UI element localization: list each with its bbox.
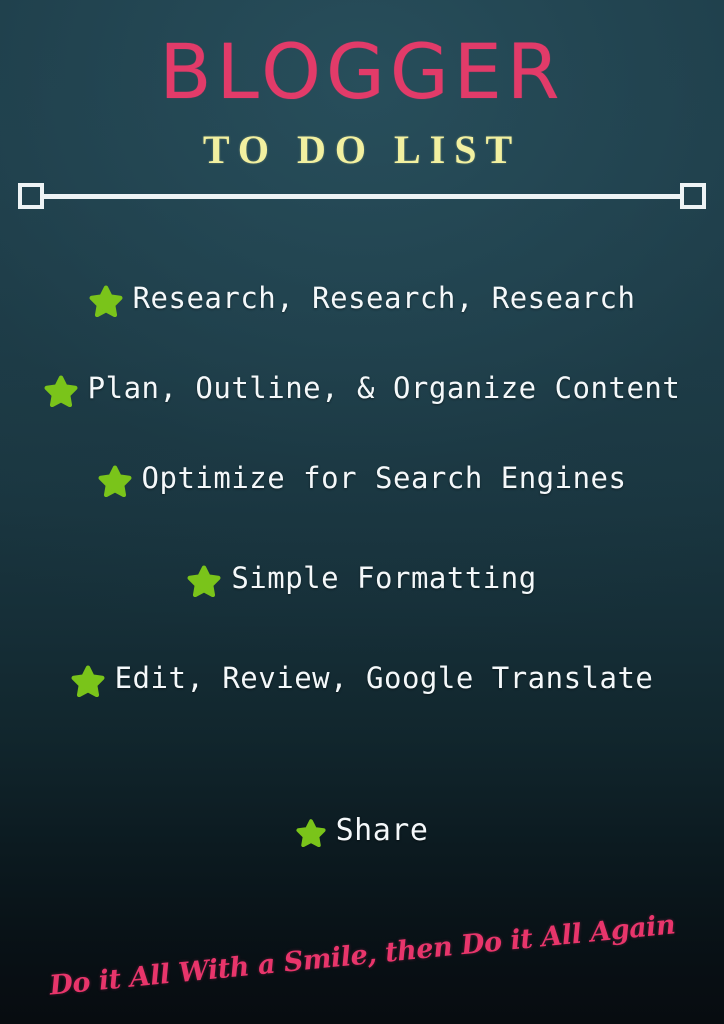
square-outline-icon-right <box>680 183 706 209</box>
list-item-label: Simple Formatting <box>231 561 537 596</box>
list-item[interactable]: Edit, Review, Google Translate <box>0 661 724 697</box>
list-item[interactable]: Research, Research, Research <box>0 281 724 317</box>
page-subtitle: TO DO LIST <box>202 127 522 172</box>
divider <box>18 182 706 210</box>
square-outline-icon-left <box>18 183 44 209</box>
page-title: BLOGGER <box>159 27 565 116</box>
list-item[interactable]: Optimize for Search Engines <box>0 461 724 497</box>
star-icon <box>44 373 78 407</box>
list-item-label: Plan, Outline, & Organize Content <box>87 371 681 406</box>
star-icon <box>71 663 105 697</box>
list-item[interactable]: Simple Formatting <box>0 561 724 597</box>
footer-tagline: Do it All With a Smile, then Do it All A… <box>47 908 677 1002</box>
list-item[interactable]: Share <box>0 813 724 849</box>
star-icon <box>98 463 132 497</box>
list-item-label: Edit, Review, Google Translate <box>114 661 654 696</box>
star-icon <box>296 817 326 848</box>
footer-tagline-container: Do it All With a Smile, then Do it All A… <box>0 900 724 1010</box>
list-item[interactable]: Plan, Outline, & Organize Content <box>0 371 724 407</box>
star-icon <box>89 283 123 317</box>
todo-list: Research, Research, Research Plan, Outli… <box>0 262 724 882</box>
poster-canvas: BLOGGER TO DO LIST Research, Research, R… <box>0 0 724 1024</box>
divider-line <box>43 193 681 199</box>
list-item-label: Research, Research, Research <box>132 281 636 316</box>
star-icon <box>187 563 221 597</box>
poster-header: BLOGGER TO DO LIST <box>0 0 724 170</box>
list-item-label: Optimize for Search Engines <box>141 461 627 496</box>
list-item-label: Share <box>335 813 429 848</box>
